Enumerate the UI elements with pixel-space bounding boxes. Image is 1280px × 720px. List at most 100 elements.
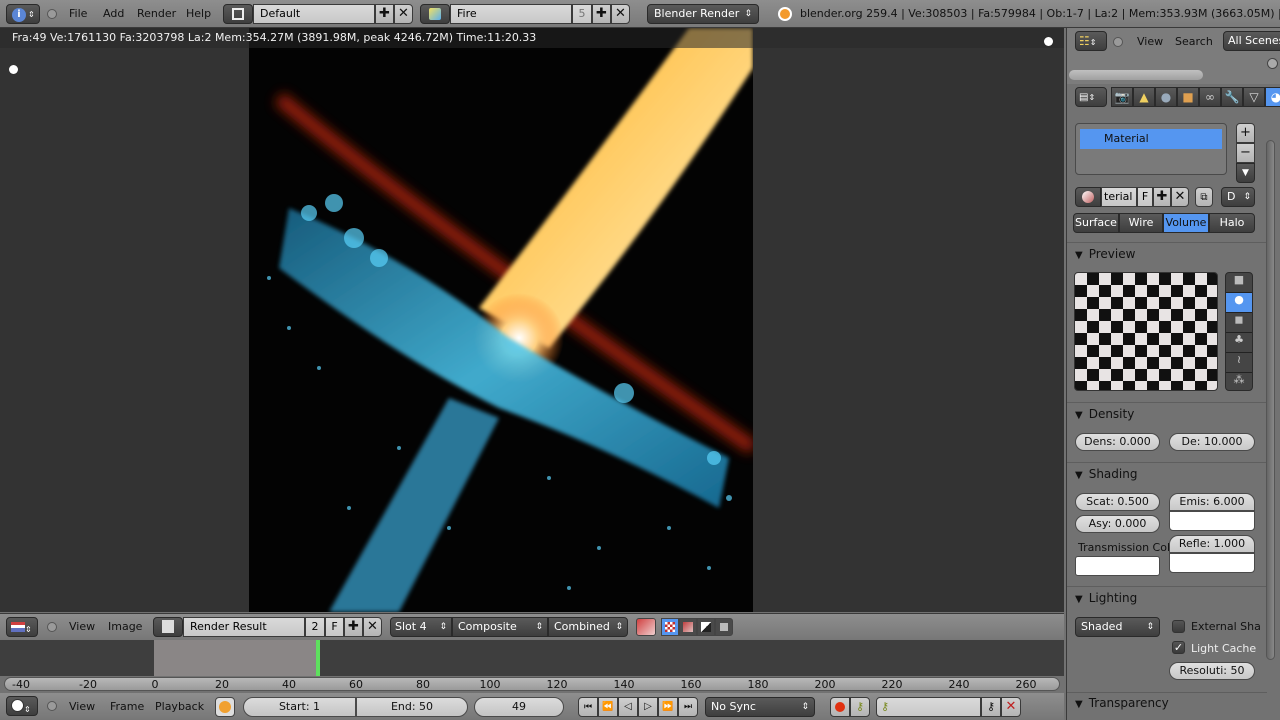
menu-view[interactable]: View — [69, 614, 95, 640]
material-fake-user-button[interactable]: F — [1137, 187, 1153, 207]
menu-add[interactable]: Add — [103, 0, 124, 28]
preview-flat-button[interactable]: ■ — [1226, 273, 1252, 293]
panel-header-transparency[interactable]: Transparency — [1075, 696, 1169, 710]
render-engine-dropdown[interactable]: Blender Render ⇕ — [647, 4, 759, 24]
tab-modifiers[interactable]: 🔧 — [1221, 87, 1243, 107]
reflection-field[interactable]: Refle: 1.000 — [1169, 535, 1255, 553]
material-name-field[interactable]: terial — [1101, 187, 1137, 207]
collapse-menus-icon[interactable] — [47, 622, 57, 632]
start-frame-field[interactable]: Start: 1 — [243, 697, 356, 717]
auto-keying-button[interactable] — [830, 697, 850, 717]
screen-layout-selector[interactable] — [223, 4, 253, 24]
area-split-plus-icon[interactable] — [1044, 37, 1053, 46]
preview-sky-button[interactable]: ⁂ — [1226, 373, 1252, 390]
node-material-toggle[interactable]: ⧉ — [1195, 187, 1213, 207]
insert-keyframe-button[interactable]: ⚷ — [981, 697, 1001, 717]
end-frame-field[interactable]: End: 50 — [356, 697, 468, 717]
unlink-material-button[interactable]: ✕ — [1171, 187, 1189, 207]
editor-type-properties-button[interactable]: ▤⇕ — [1075, 87, 1107, 107]
play-button[interactable]: ▷ — [638, 697, 658, 717]
screen-layout-name[interactable]: Default — [253, 4, 375, 24]
type-tab-surface[interactable]: Surface — [1073, 213, 1119, 233]
render-pass-dropdown[interactable]: Combined ⇕ — [548, 617, 628, 637]
collapse-menus-icon[interactable] — [1113, 37, 1123, 47]
preview-cube-button[interactable]: ◼ — [1226, 313, 1252, 333]
material-browse-button[interactable] — [1075, 187, 1101, 207]
menu-image[interactable]: Image — [108, 614, 142, 640]
play-reverse-button[interactable]: ◁ — [618, 697, 638, 717]
image-name[interactable]: Render Result — [183, 617, 305, 637]
external-shadows-checkbox[interactable] — [1172, 620, 1185, 633]
remove-slot-button[interactable]: − — [1236, 143, 1255, 163]
link-data-dropdown[interactable]: D ⇕ — [1221, 187, 1255, 207]
delete-keyframe-button[interactable]: ✕ — [1001, 697, 1021, 717]
editor-type-outliner-button[interactable]: ☷⇕ — [1075, 31, 1107, 51]
editor-type-timeline-button[interactable]: ⇕ — [6, 696, 38, 716]
draw-channels-button[interactable] — [636, 618, 656, 636]
transmission-color-swatch[interactable] — [1075, 556, 1160, 576]
menu-file[interactable]: File — [69, 0, 87, 28]
material-slot-item[interactable]: Material — [1080, 129, 1222, 149]
tab-world[interactable]: ● — [1155, 87, 1177, 107]
fake-user-button[interactable]: F — [325, 617, 344, 637]
area-split-plus-icon[interactable] — [9, 65, 18, 74]
resolution-field[interactable]: Resoluti: 50 — [1169, 662, 1255, 680]
reflection-color-swatch[interactable] — [1169, 553, 1255, 573]
add-screen-button[interactable]: ✚ — [375, 4, 394, 24]
type-tab-halo[interactable]: Halo — [1209, 213, 1255, 233]
scene-selector[interactable] — [420, 4, 450, 24]
active-keying-set-field[interactable]: ⚷ — [876, 697, 981, 717]
zbuffer-button[interactable] — [715, 618, 733, 636]
next-keyframe-button[interactable]: ⏩ — [658, 697, 678, 717]
restrict-toggle-icon[interactable] — [1267, 58, 1278, 69]
menu-view[interactable]: View — [1137, 28, 1163, 55]
menu-search[interactable]: Search — [1175, 28, 1213, 55]
panel-header-shading[interactable]: Shading — [1075, 467, 1138, 481]
scene-name[interactable]: Fire — [450, 4, 572, 24]
render-layer-dropdown[interactable]: Composite ⇕ — [452, 617, 548, 637]
panel-header-density[interactable]: Density — [1075, 407, 1135, 421]
delete-scene-button[interactable]: ✕ — [611, 4, 630, 24]
preview-monkey-button[interactable]: ♣ — [1226, 333, 1252, 353]
panel-header-preview[interactable]: Preview — [1075, 247, 1136, 261]
preview-sphere-button[interactable]: ● — [1226, 293, 1252, 313]
add-scene-button[interactable]: ✚ — [592, 4, 611, 24]
material-slot-list[interactable]: Material — [1075, 123, 1227, 175]
keying-set-button[interactable]: ⚷ — [850, 697, 870, 717]
lighting-mode-dropdown[interactable]: Shaded ⇕ — [1075, 617, 1160, 637]
scattering-field[interactable]: Scat: 0.500 — [1075, 493, 1160, 511]
tab-scene[interactable]: ▲ — [1133, 87, 1155, 107]
alpha-button[interactable] — [697, 618, 715, 636]
light-cache-checkbox[interactable]: ✓ — [1172, 641, 1185, 654]
asymmetry-field[interactable]: Asy: 0.000 — [1075, 515, 1160, 533]
menu-render[interactable]: Render — [137, 0, 176, 28]
density-scale-field[interactable]: De: 10.000 — [1169, 433, 1255, 451]
tab-material[interactable]: ◕ — [1265, 87, 1280, 107]
delete-screen-button[interactable]: ✕ — [394, 4, 413, 24]
type-tab-volume[interactable]: Volume — [1163, 213, 1209, 233]
image-browse-button[interactable] — [153, 617, 183, 637]
menu-help[interactable]: Help — [186, 0, 211, 28]
outliner-horizontal-scrollbar[interactable] — [1069, 70, 1203, 80]
emission-color-swatch[interactable] — [1169, 511, 1255, 531]
timeline-playhead[interactable] — [316, 640, 321, 676]
panel-header-lighting[interactable]: Lighting — [1075, 591, 1138, 605]
preview-hair-button[interactable]: ≀ — [1226, 353, 1252, 373]
slot-specials-button[interactable]: ▼ — [1236, 163, 1255, 183]
timeline-ruler-scrollbar[interactable]: -40 -20 0 20 40 60 80 100 120 140 160 180 200 220 240 2… — [4, 677, 1060, 691]
menu-playback[interactable]: Playback — [155, 693, 204, 720]
tab-object[interactable]: ■ — [1177, 87, 1199, 107]
tab-data[interactable]: ▽ — [1243, 87, 1265, 107]
prev-keyframe-button[interactable]: ⏪ — [598, 697, 618, 717]
display-mode-dropdown[interactable]: All Scenes — [1223, 31, 1280, 51]
type-tab-wire[interactable]: Wire — [1119, 213, 1163, 233]
sync-mode-dropdown[interactable]: No Sync ⇕ — [705, 697, 815, 717]
tab-constraints[interactable]: ∞ — [1199, 87, 1221, 107]
density-field[interactable]: Dens: 0.000 — [1075, 433, 1160, 451]
unlink-image-button[interactable]: ✕ — [363, 617, 382, 637]
jump-end-button[interactable]: ⏭ — [678, 697, 698, 717]
new-material-button[interactable]: ✚ — [1153, 187, 1171, 207]
properties-scrollbar[interactable] — [1266, 140, 1275, 660]
editor-type-info-button[interactable]: i ⇕ — [6, 4, 40, 24]
current-frame-field[interactable]: 49 — [474, 697, 564, 717]
